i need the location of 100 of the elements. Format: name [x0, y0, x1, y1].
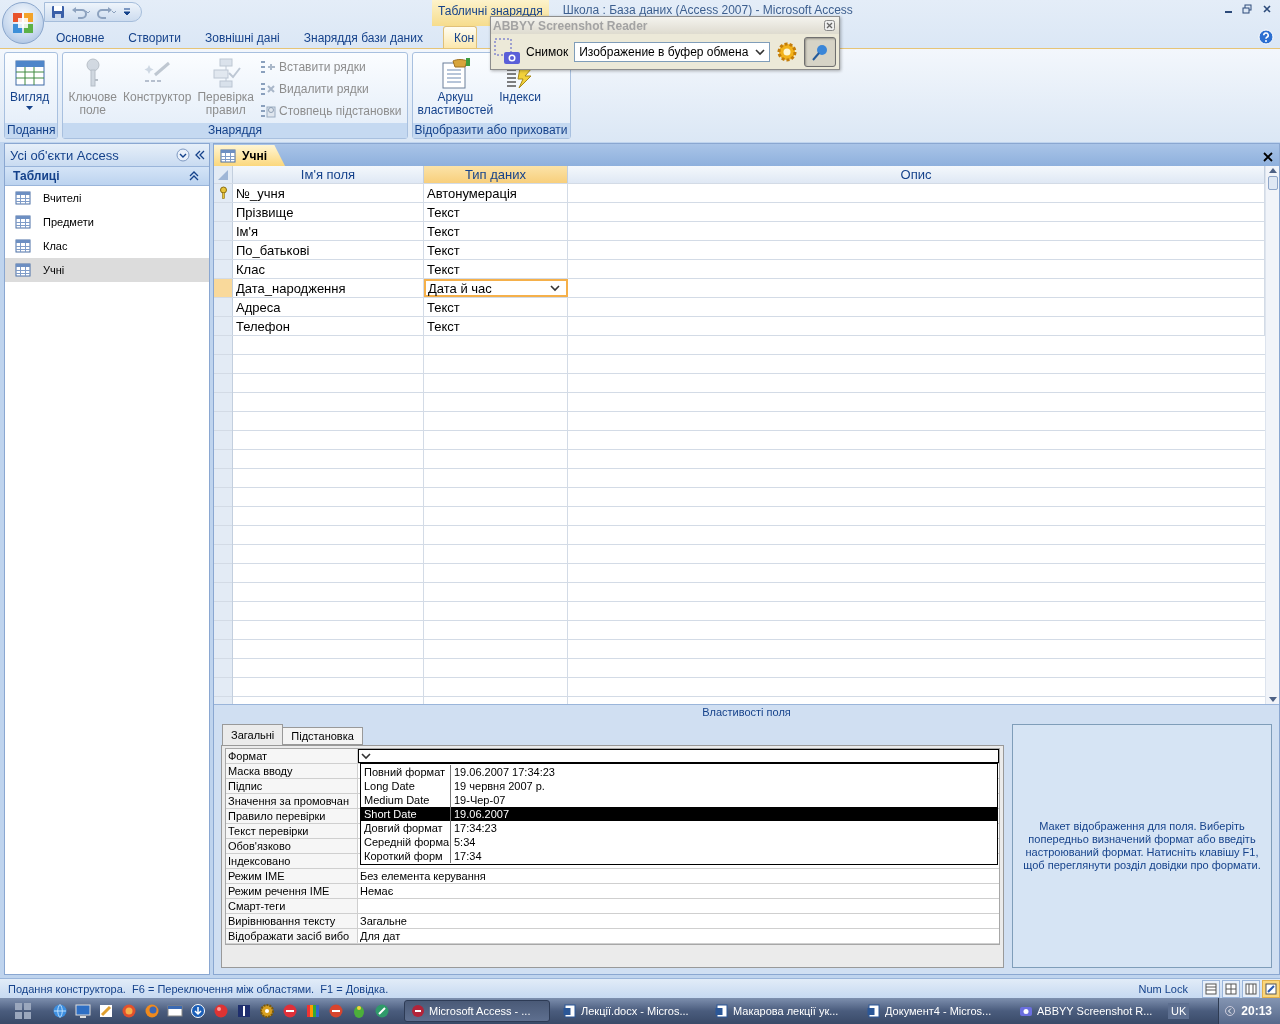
ribbon-button[interactable]: Вигляд	[8, 55, 52, 121]
taskbar-button[interactable]: Макарова лекції ук...	[708, 1000, 854, 1022]
close-button[interactable]	[1263, 152, 1273, 162]
taskbar-button[interactable]: ABBYY Screenshot R...	[1012, 1000, 1158, 1022]
column-header[interactable]: Ім'я поля	[233, 166, 424, 183]
ribbon-tab[interactable]: Основне	[44, 26, 117, 48]
document-icon	[867, 1004, 881, 1018]
clock: 20:13	[1241, 1004, 1272, 1018]
chevron-down-icon	[755, 47, 766, 56]
property-label: Вирівнювання тексту	[226, 914, 358, 928]
table-cell: Текст	[424, 298, 568, 316]
close-icon	[1263, 152, 1273, 162]
mode-select[interactable]: Изображение в буфер обмена	[574, 41, 771, 62]
table-icon	[15, 214, 31, 230]
table-cell: Прізвище	[233, 203, 424, 221]
pane-title: Усі об'єкти Access	[10, 147, 120, 163]
table-cell: Телефон	[233, 317, 424, 335]
table-cell: Ім'я	[233, 222, 424, 240]
select-all-button[interactable]	[214, 166, 233, 183]
caret-icon	[26, 106, 34, 110]
property-label: Відображати засіб вибо	[226, 929, 358, 943]
column-header[interactable]: Опис	[568, 166, 1265, 183]
table-icon	[15, 262, 31, 278]
view-icon	[1245, 982, 1257, 995]
monitor-icon	[75, 1003, 91, 1019]
property-tab[interactable]: Загальні	[222, 724, 284, 745]
ribbon-tab[interactable]: Зовнішні дані	[192, 26, 292, 48]
property-label: Режим IME	[226, 869, 358, 883]
pin-button[interactable]	[804, 36, 836, 67]
table-cell: Текст	[424, 317, 568, 335]
document-tab[interactable]: Учні	[214, 145, 285, 166]
group-title: Подання	[5, 123, 58, 138]
column-header[interactable]: Тип даних	[424, 166, 568, 183]
window-title: Школа : База даних (Access 2007) - Microsoft Access	[562, 3, 853, 17]
taskbar-button[interactable]: Microsoft Access - ...	[404, 1000, 550, 1022]
dropdown-option[interactable]: Short Date 19.06.2007	[361, 807, 997, 821]
nav-item[interactable]: Клас	[5, 234, 209, 258]
redo-icon	[97, 5, 117, 19]
book-icon	[236, 1003, 252, 1019]
camera-icon	[1019, 1004, 1033, 1018]
language-indicator[interactable]: UK	[1168, 1003, 1190, 1019]
window-icon	[167, 1003, 183, 1019]
view-button[interactable]	[1222, 979, 1240, 998]
nav-item[interactable]: Вчителі	[5, 186, 209, 210]
property-field[interactable]: Без елемента керування	[358, 869, 999, 883]
pane-menu-button[interactable]	[176, 148, 190, 162]
row-selector[interactable]	[214, 184, 233, 202]
property-label: Індексовано	[226, 854, 358, 868]
color-bars-icon	[305, 1003, 321, 1019]
property-label: Підпис	[226, 779, 358, 793]
property-field[interactable]: Загальне	[358, 914, 999, 928]
group-title: Знаряддя	[63, 123, 407, 138]
property-label: Значення за промовчан	[226, 794, 358, 808]
nav-item[interactable]: Учні	[5, 258, 209, 282]
table-cell: Текст	[424, 260, 568, 278]
document-icon	[715, 1004, 729, 1018]
chevron-down-icon	[361, 752, 371, 760]
property-field[interactable]	[358, 749, 999, 763]
settings-button[interactable]	[776, 40, 799, 63]
scroll-thumb[interactable]	[1267, 176, 1278, 190]
nav-item[interactable]: Предмети	[5, 210, 209, 234]
property-tab[interactable]: Підстановка	[282, 727, 363, 745]
property-label: Режим речення IME	[226, 884, 358, 898]
table-cell: Текст	[424, 241, 568, 259]
table-icon	[15, 190, 31, 206]
property-label: Обов'язково	[226, 839, 358, 853]
data-type-select[interactable]: Дата й час	[424, 279, 568, 297]
ribbon-tab[interactable]: Створити	[116, 26, 193, 48]
document-icon	[563, 1004, 577, 1018]
view-icon	[1205, 982, 1217, 995]
design-view-icon	[1265, 982, 1277, 995]
undo-icon	[71, 5, 91, 19]
table-icon	[15, 238, 31, 254]
ball-icon	[328, 1003, 344, 1019]
status-text: Подання конструктора. F6 = Переключення між областями. F1 = Довідка.	[8, 982, 390, 995]
save-icon	[51, 5, 65, 19]
taskbar-button[interactable]: Лекції.docx - Micros...	[556, 1000, 702, 1022]
scrollbar[interactable]	[1265, 166, 1279, 704]
taskbar-button[interactable]: Документ4 - Micros...	[860, 1000, 1006, 1022]
property-field[interactable]: Для дат	[358, 929, 999, 943]
nav-group-header[interactable]: Таблиці	[5, 167, 209, 186]
view-button[interactable]	[1262, 979, 1280, 998]
view-button[interactable]	[1242, 979, 1260, 998]
property-field[interactable]: Немає	[358, 884, 999, 898]
property-label: Маска вводу	[226, 764, 358, 778]
help-icon	[1258, 29, 1274, 45]
gear-icon	[776, 40, 799, 63]
ribbon-tab[interactable]: Знаряддя бази даних	[291, 26, 435, 48]
collapse-pane-button[interactable]	[194, 150, 206, 160]
view-button[interactable]	[1202, 979, 1220, 998]
ribbon-tab[interactable]: Кон	[442, 26, 478, 48]
help-text: Макет відображення для поля. Виберіть попередньо визначений формат або введіть настроюваний формат. Натисніть клавішу F1, щоб переглянути розділ довідки про формати.	[1022, 820, 1262, 872]
section-caption: Властивості поля	[214, 704, 1279, 718]
table-icon	[220, 147, 236, 164]
table-cell: Автонумерація	[424, 184, 568, 202]
ribbon-button[interactable]: Аркуш властивостей	[415, 55, 496, 121]
pencil-icon	[98, 1003, 114, 1019]
office-button[interactable]	[2, 2, 44, 44]
select-all-icon	[217, 168, 229, 181]
table-cell: Адреса	[233, 298, 424, 316]
